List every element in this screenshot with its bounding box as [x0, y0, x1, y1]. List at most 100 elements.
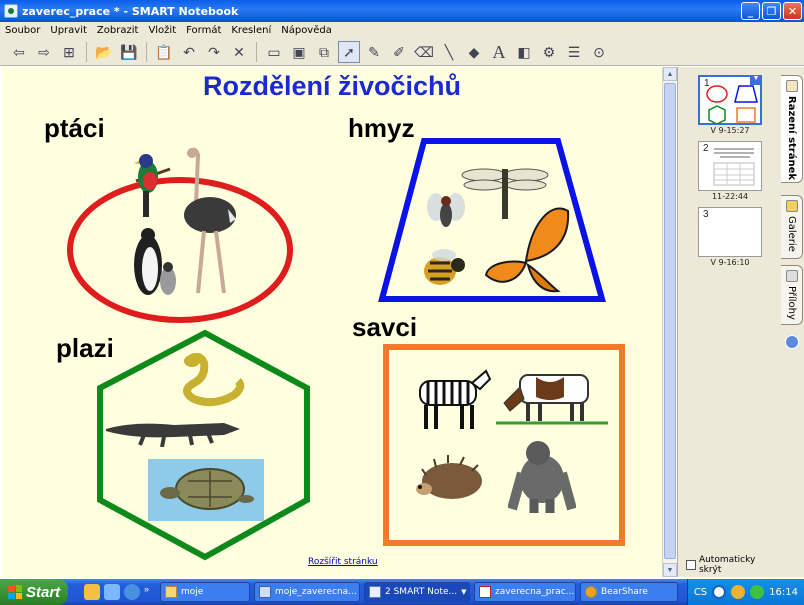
task-label: 2 SMART Note... [385, 587, 458, 597]
capture-icon[interactable]: ⧉ [313, 41, 335, 63]
menu-insert[interactable]: Vložit [143, 25, 181, 36]
line-tool-icon[interactable]: ╲ [438, 41, 460, 63]
redo-icon[interactable]: ↷ [203, 41, 225, 63]
properties-icon[interactable]: ⚙ [538, 41, 560, 63]
taskbar-item-smart-notebook[interactable]: 2 SMART Note... ▼ [364, 582, 470, 602]
menu-bar: Soubor Upravit Zobrazit Vložit Formát Kr… [0, 22, 804, 39]
system-tray: CS 16:14 [686, 579, 804, 605]
add-page-icon[interactable]: ⊞ [58, 41, 80, 63]
language-indicator[interactable]: CS [694, 587, 707, 598]
menu-draw[interactable]: Kreslení [226, 25, 276, 36]
screen-shade-icon[interactable]: ▭ [263, 41, 285, 63]
folder-icon [165, 586, 177, 598]
restore-button[interactable]: ❐ [762, 2, 781, 20]
paperclip-icon [785, 270, 798, 282]
quick-launch-media-icon[interactable] [104, 584, 120, 600]
undo-icon[interactable]: ↶ [178, 41, 200, 63]
menu-file[interactable]: Soubor [0, 25, 45, 36]
taskbar-item-pdf[interactable]: zaverecna_prac... [474, 582, 576, 602]
task-label: moje_zaverecna... [275, 587, 357, 597]
gorilla-image[interactable] [508, 439, 576, 515]
taskbar-item-moje[interactable]: moje [160, 582, 250, 602]
move-toolbar-icon[interactable]: ⊙ [588, 41, 610, 63]
group-dropdown-icon[interactable]: ▼ [461, 588, 469, 596]
expand-page-link[interactable]: Rozšířit stránku [308, 557, 378, 567]
autohide-label: Automaticky skrýt [698, 555, 756, 575]
paste-icon[interactable]: 📋 [153, 41, 175, 63]
text-tool-icon[interactable]: A [488, 41, 510, 63]
turtle-image[interactable] [148, 459, 264, 521]
scroll-up-icon[interactable]: ▲ [663, 67, 677, 81]
next-page-icon[interactable]: ⇨ [33, 41, 55, 63]
title-bar: zaverec_prace * - SMART Notebook _ ❐ ✕ [0, 0, 804, 22]
page-number: 3 [703, 209, 709, 220]
scroll-thumb[interactable] [664, 83, 676, 559]
sidebar-toggle-icon[interactable] [785, 335, 799, 349]
save-icon[interactable]: 💾 [118, 41, 140, 63]
tab-gallery[interactable]: Galerie [781, 195, 803, 259]
taskbar: Start » moje moje_zaverecna... 2 SMART N… [0, 579, 804, 605]
toolbar: ⇦ ⇨ ⊞ 📂 💾 📋 ↶ ↷ ✕ ▭ ▣ ⧉ ➚ ✎ ✐ ⌫ ╲ ◆ A ◧ … [0, 39, 804, 66]
bee-image[interactable] [414, 243, 470, 295]
page-thumbnail-2[interactable]: 2 [698, 141, 762, 191]
pdf-icon [479, 586, 491, 598]
side-tabs: Razení stránek Galerie Přílohy [780, 67, 804, 577]
thumbnail-menu-icon[interactable]: ▼ [750, 75, 762, 85]
whiteboard-page[interactable]: Rozdělení živočichů ptáci hmyz plazi sav… [2, 67, 662, 577]
open-file-icon[interactable]: 📂 [93, 41, 115, 63]
page-thumbnail-3[interactable]: 3 [698, 207, 762, 257]
page-3-time: V 9-16:10 [710, 258, 750, 267]
fill-icon[interactable]: ◧ [513, 41, 535, 63]
full-screen-icon[interactable]: ▣ [288, 41, 310, 63]
minimize-button[interactable]: _ [741, 2, 760, 20]
tray-network-icon[interactable] [750, 585, 765, 599]
start-button[interactable]: Start [0, 579, 68, 605]
windows-logo-icon [8, 585, 22, 599]
window-title: zaverec_prace * - SMART Notebook [22, 4, 239, 18]
scroll-down-icon[interactable]: ▼ [663, 563, 677, 577]
trogon-bird-image[interactable] [126, 151, 176, 221]
delete-icon[interactable]: ✕ [228, 41, 250, 63]
close-button[interactable]: ✕ [783, 2, 802, 20]
autohide-option[interactable]: Automaticky skrýt [686, 555, 780, 575]
vertical-scrollbar[interactable]: ▲ ▼ [662, 67, 677, 577]
penguins-image[interactable] [130, 223, 180, 299]
autohide-checkbox[interactable] [686, 560, 696, 570]
crocodile-image[interactable] [104, 413, 242, 447]
page-2-time: 11-22:44 [711, 192, 749, 201]
previous-page-icon[interactable]: ⇦ [8, 41, 30, 63]
tab-label: Galerie [786, 216, 797, 252]
quick-launch: » [84, 584, 150, 600]
menu-format[interactable]: Formát [181, 25, 226, 36]
ostrich-image[interactable] [178, 147, 238, 299]
quick-launch-more-icon[interactable]: » [144, 584, 150, 600]
shape-tool-icon[interactable]: ◆ [463, 41, 485, 63]
zebra-image[interactable] [406, 367, 492, 433]
tab-page-sorter[interactable]: Razení stránek [781, 75, 803, 183]
select-tool-icon[interactable]: ➚ [338, 41, 360, 63]
document-icon [259, 586, 271, 598]
tray-bear-icon[interactable] [731, 585, 746, 599]
tab-attachments[interactable]: Přílohy [781, 265, 803, 325]
taskbar-item-document[interactable]: moje_zaverecna... [254, 582, 360, 602]
toolbar-settings-icon[interactable]: ☰ [563, 41, 585, 63]
smart-notebook-icon [4, 4, 18, 18]
creative-pen-icon[interactable]: ✐ [388, 41, 410, 63]
tray-back-icon[interactable] [712, 585, 727, 599]
menu-view[interactable]: Zobrazit [92, 25, 144, 36]
cobra-snake-image[interactable] [176, 353, 246, 409]
bearshare-icon [585, 586, 597, 598]
gallery-icon [785, 200, 798, 212]
page-2-preview [713, 148, 755, 186]
cow-image[interactable] [496, 367, 608, 425]
monarch-butterfly-image[interactable] [482, 201, 572, 293]
menu-help[interactable]: Nápověda [276, 25, 337, 36]
hedgehog-image[interactable] [416, 453, 486, 501]
internet-explorer-icon[interactable] [124, 584, 140, 600]
pen-tool-icon[interactable]: ✎ [363, 41, 385, 63]
menu-edit[interactable]: Upravit [45, 25, 92, 36]
eraser-icon[interactable]: ⌫ [413, 41, 435, 63]
quick-launch-app-icon[interactable] [84, 584, 100, 600]
tab-label: Přílohy [786, 286, 797, 320]
taskbar-item-bearshare[interactable]: BearShare [580, 582, 678, 602]
